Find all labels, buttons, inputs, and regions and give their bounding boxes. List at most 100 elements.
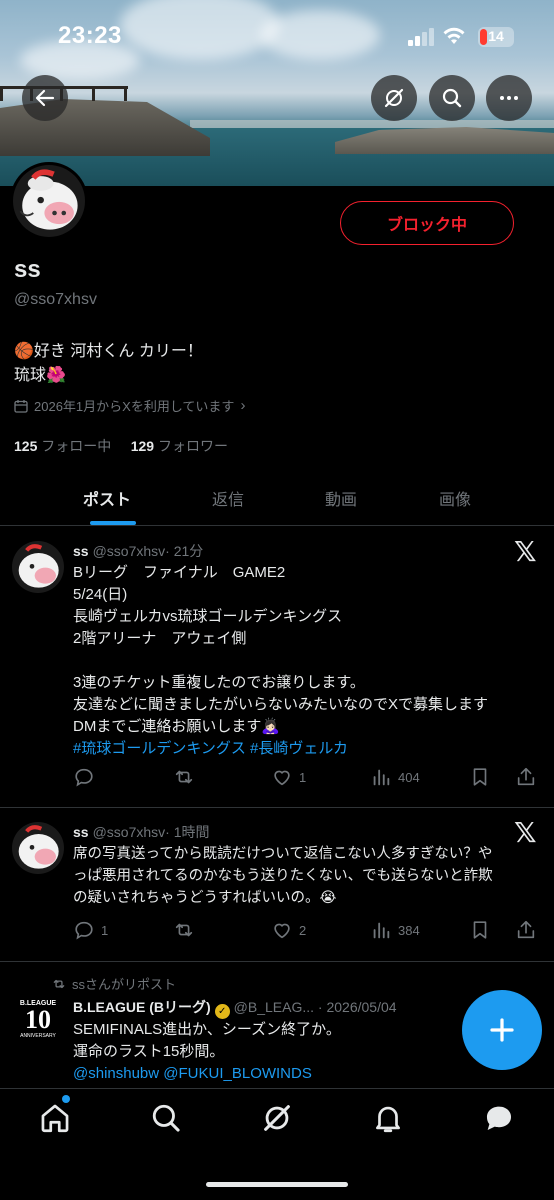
battery-level: 14: [488, 28, 504, 44]
post-line: の疑いされちゃうどうすればいいの。😭: [73, 890, 337, 906]
joined-date[interactable]: 2026年1月からXを利用しています ›: [14, 396, 245, 415]
post-line: 3連のチケット重複したのでお譲りします。: [73, 674, 365, 691]
bleague-10th-icon: 10: [25, 1005, 51, 1034]
repost-indicator: ssさんがリポスト: [52, 974, 176, 993]
status-bar: 23:23 14: [0, 0, 554, 70]
grok-icon: [384, 88, 404, 108]
share-button[interactable]: [515, 919, 537, 941]
post-hashtags[interactable]: #琉球ゴールデンキングス #長崎ヴェルカ: [73, 738, 543, 760]
views-button[interactable]: 404: [370, 766, 420, 788]
post-line: っぱ悪用されてるのかなもう送りたくない、でも送らないと詐欺: [73, 868, 493, 884]
cow-character-avatar-icon: [12, 541, 64, 593]
wifi-icon: [442, 26, 466, 52]
profile-tabs: ポスト 返信 動画 画像: [0, 474, 554, 526]
post-actions: 1 404: [73, 766, 543, 794]
reply-button[interactable]: 1: [73, 919, 108, 941]
repost-button[interactable]: [173, 766, 195, 788]
views-bar-chart-icon: [373, 769, 390, 786]
post-line: 長崎ヴェルカvs琉球ゴールデンキングス: [73, 608, 343, 625]
post-author-name[interactable]: ss: [73, 543, 89, 559]
post-time: · 2026/05/04: [317, 999, 397, 1015]
share-button[interactable]: [515, 766, 537, 788]
post-time: · 21分: [165, 543, 204, 559]
notifications-bell-icon[interactable]: [371, 1101, 405, 1135]
post-line: 友達などに聞きましたがいらないみたいなのでXで募集します: [73, 696, 489, 713]
arrow-left-icon: [35, 89, 55, 107]
post-time: · 1時間: [165, 824, 210, 840]
post-author-handle: @sso7xhsv: [92, 543, 166, 559]
post-line: Bリーグ ファイナル GAME2: [73, 564, 286, 581]
follow-counts: 125 フォロー中 129 フォロワー: [14, 436, 228, 456]
share-icon: [517, 767, 535, 786]
followers-count: 129: [130, 438, 155, 454]
post-item[interactable]: ss @sso7xhsv· 1時間 𝕏 席の写真送ってから既読だけついて返信こない…: [0, 808, 554, 962]
like-button[interactable]: 1: [271, 766, 306, 788]
profile-bio-line1: 🏀好き 河村くん カリー！: [14, 343, 203, 360]
post-line: 5/24(日): [73, 586, 128, 603]
post-header: ss @sso7xhsv· 1時間: [73, 822, 210, 842]
cow-character-avatar-icon: [12, 822, 64, 874]
repost-icon: [175, 770, 193, 784]
bookmark-button[interactable]: [469, 766, 491, 788]
bookmark-icon: [473, 921, 487, 939]
post-mentions[interactable]: @shinshubw @FUKUI_BLOWINDS: [73, 1063, 543, 1085]
post-author-name[interactable]: ss: [73, 824, 89, 840]
search-button[interactable]: [429, 75, 475, 121]
following-link[interactable]: 125 フォロー中: [14, 438, 111, 454]
views-bar-chart-icon: [373, 922, 390, 939]
post-avatar[interactable]: [12, 822, 64, 874]
post-item[interactable]: ss @sso7xhsv· 21分 𝕏 Bリーグ ファイナル GAME2 5/24…: [0, 527, 554, 808]
post-author-name[interactable]: B.LEAGUE (Bリーグ): [73, 999, 211, 1015]
reply-button[interactable]: [73, 766, 95, 788]
compose-post-button[interactable]: [462, 990, 542, 1070]
grok-icon[interactable]: [260, 1101, 294, 1135]
home-icon[interactable]: [38, 1101, 72, 1135]
post-text: Bリーグ ファイナル GAME2 5/24(日) 長崎ヴェルカvs琉球ゴールデン…: [73, 562, 543, 760]
repost-icon: [53, 979, 65, 988]
following-label: フォロー中: [41, 438, 112, 454]
view-count: 384: [398, 922, 420, 938]
repost-label: ssさんがリポスト: [72, 977, 177, 992]
grok-button[interactable]: [371, 75, 417, 121]
search-icon: [442, 88, 462, 108]
status-time: 23:23: [58, 22, 122, 49]
tab-posts[interactable]: ポスト: [83, 486, 131, 510]
profile-handle: @sso7xhsv: [14, 291, 97, 308]
post-line: DMまでご連絡お願いします🙇🏻‍♀️: [73, 718, 281, 735]
like-button[interactable]: 2: [271, 919, 306, 941]
messages-icon[interactable]: [482, 1101, 516, 1135]
followers-link[interactable]: 129 フォロワー: [131, 438, 228, 454]
repost-button[interactable]: [173, 919, 195, 941]
notification-dot: [62, 1095, 70, 1103]
reply-count: 1: [101, 922, 109, 938]
post-avatar[interactable]: [12, 541, 64, 593]
cellular-signal-icon: [408, 28, 434, 46]
post-line: 2階アリーナ アウェイ側: [73, 630, 247, 647]
bookmark-button[interactable]: [469, 919, 491, 941]
post-line: 席の写真送ってから既読だけついて返信こない人多すぎない？や: [73, 846, 493, 862]
blocked-button[interactable]: ブロック中: [340, 201, 514, 245]
calendar-icon: [14, 399, 28, 413]
repost-icon: [175, 923, 193, 937]
more-options-button[interactable]: [486, 75, 532, 121]
post-actions: 1 2 384: [73, 919, 543, 947]
following-count: 125: [14, 438, 38, 454]
tab-videos[interactable]: 動画: [325, 486, 357, 510]
profile-name: ss: [14, 256, 41, 283]
tab-replies[interactable]: 返信: [212, 486, 244, 510]
post-avatar[interactable]: B.LEAGUE 10 ANNIVERSARY: [14, 1000, 62, 1048]
post-header: ss @sso7xhsv· 21分: [73, 541, 203, 561]
views-button[interactable]: 384: [370, 919, 420, 941]
search-icon[interactable]: [149, 1101, 183, 1135]
bleague-anniversary-text: ANNIVERSARY: [20, 1033, 56, 1039]
back-button[interactable]: [22, 75, 68, 121]
battery-icon: 14: [478, 27, 514, 47]
view-count: 404: [398, 769, 420, 785]
post-header: B.LEAGUE (Bリーグ) ✓ @B_LEAG... · 2026/05/04: [73, 997, 397, 1019]
tab-images[interactable]: 画像: [439, 486, 471, 510]
home-indicator: [206, 1182, 348, 1187]
like-count: 2: [299, 922, 307, 938]
profile-avatar[interactable]: [10, 162, 88, 240]
post-author-handle: @sso7xhsv: [92, 824, 166, 840]
